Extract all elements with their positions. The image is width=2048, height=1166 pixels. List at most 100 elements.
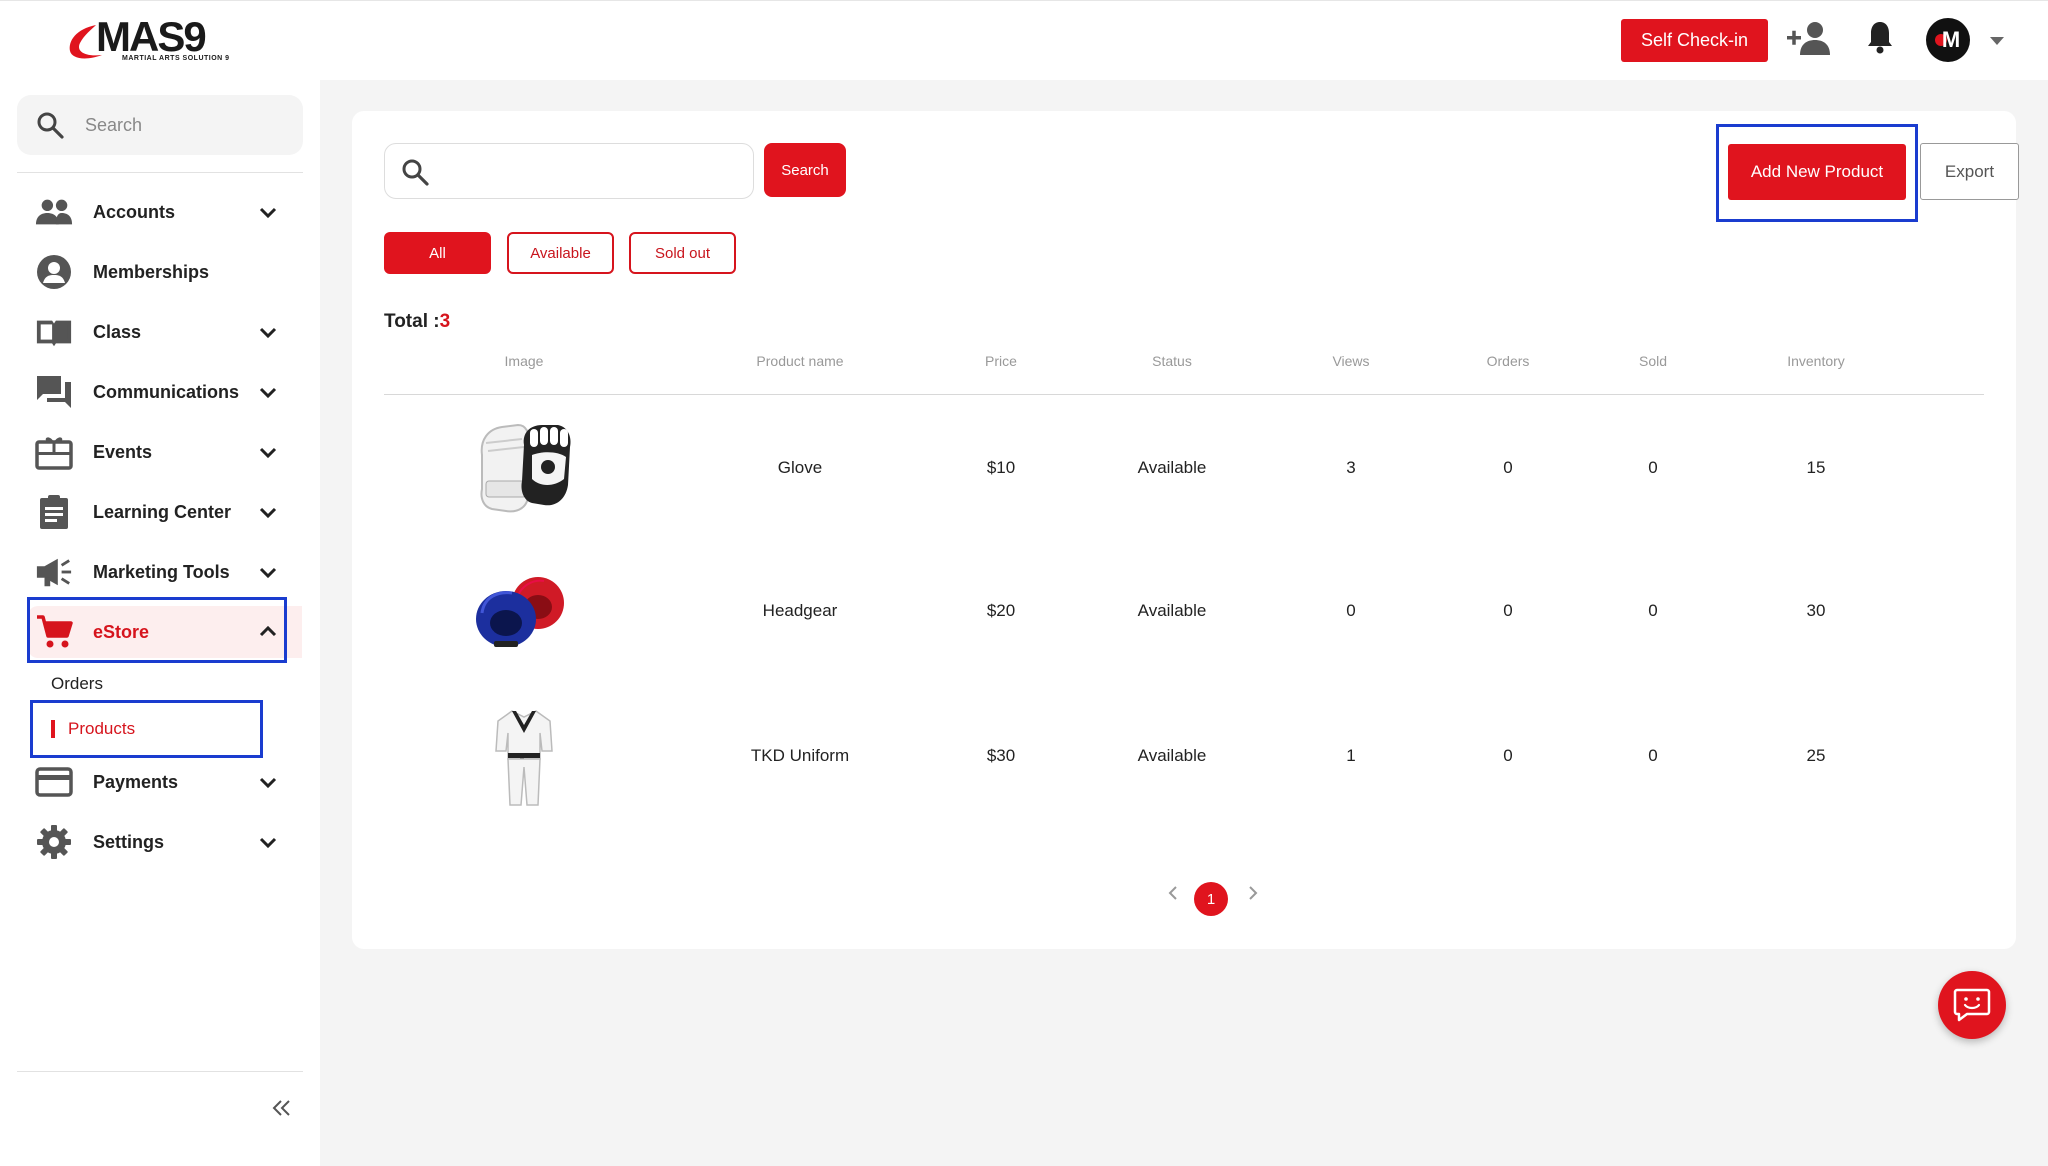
total-value: 3 (439, 311, 451, 332)
product-inventory: 25 (1806, 746, 1826, 765)
chevron-down-icon[interactable] (258, 772, 278, 792)
sidebar-item-settings[interactable]: Settings (26, 816, 302, 868)
column-header-views[interactable]: Views (1332, 353, 1369, 369)
next-page-icon[interactable] (1246, 884, 1260, 902)
sidebar-divider (17, 172, 303, 173)
chevron-down-icon[interactable] (1990, 37, 2004, 45)
estore-highlight-box (27, 597, 287, 663)
products-highlight-box (30, 700, 263, 758)
product-views: 3 (1346, 458, 1356, 477)
sidebar-search[interactable]: Search (17, 95, 303, 155)
filter-available[interactable]: Available (507, 232, 614, 274)
sidebar-item-class[interactable]: Class (26, 306, 302, 358)
product-orders: 0 (1503, 601, 1513, 620)
gear-icon (35, 824, 73, 860)
sidebar-search-placeholder: Search (85, 115, 143, 135)
sidebar-item-learning-center[interactable]: Learning Center (26, 486, 302, 538)
filter-all[interactable]: All (384, 232, 491, 274)
add-new-product-button[interactable]: Add New Product (1728, 144, 1906, 200)
product-sold: 0 (1648, 601, 1658, 620)
logo-text: MAS9 (96, 13, 207, 60)
sidebar-item-label: Payments (93, 771, 179, 792)
column-header-image: Image (504, 353, 544, 369)
export-button[interactable]: Export (1920, 143, 2019, 200)
self-checkin-button[interactable]: Self Check-in (1621, 19, 1768, 62)
glove-image[interactable] (472, 415, 576, 519)
megaphone-icon (35, 554, 73, 590)
bell-icon[interactable] (1866, 19, 1894, 55)
product-views: 0 (1346, 601, 1356, 620)
product-inventory: 30 (1806, 601, 1826, 620)
sidebar-item-label: Class (93, 321, 142, 342)
chevron-down-icon[interactable] (258, 442, 278, 462)
sidebar-item-communications[interactable]: Communications (26, 366, 302, 418)
user-circle-icon (35, 254, 73, 290)
chevron-down-icon[interactable] (258, 562, 278, 582)
product-price: $10 (986, 458, 1016, 477)
headgear-image[interactable] (472, 571, 576, 651)
search-button[interactable]: Search (764, 143, 846, 197)
sidebar: Search Accounts Memberships Class Commun… (0, 80, 320, 1166)
chevron-down-icon[interactable] (258, 322, 278, 342)
page-number-current[interactable]: 1 (1194, 882, 1228, 916)
chevron-down-icon[interactable] (258, 502, 278, 522)
product-price: $20 (986, 601, 1016, 620)
avatar[interactable]: M (1926, 18, 1970, 62)
book-icon (35, 314, 73, 350)
column-header-status[interactable]: Status (1152, 353, 1192, 369)
chat-support-button[interactable] (1938, 971, 2006, 1039)
total-label: Total : (384, 311, 440, 332)
filter-sold-out[interactable]: Sold out (629, 232, 736, 274)
prev-page-icon[interactable] (1166, 884, 1180, 902)
chevron-down-icon[interactable] (258, 832, 278, 852)
card-icon (35, 764, 73, 800)
sidebar-subitem-orders[interactable]: Orders (51, 674, 103, 694)
product-status: Available (1137, 746, 1207, 765)
sidebar-item-accounts[interactable]: Accounts (26, 186, 302, 238)
gift-calendar-icon (35, 434, 73, 470)
collapse-sidebar-icon[interactable] (271, 1098, 293, 1118)
product-orders: 0 (1503, 458, 1513, 477)
product-name[interactable]: Glove (778, 458, 822, 478)
column-header-price[interactable]: Price (985, 353, 1017, 369)
top-header: MAS9 MARTIAL ARTS SOLUTION 9 Self Check-… (0, 0, 2048, 80)
product-status: Available (1137, 458, 1207, 477)
products-card: Search Add New Product Export All Availa… (352, 111, 2019, 949)
sidebar-item-label: Accounts (93, 201, 176, 222)
sidebar-item-label: Communications (93, 381, 240, 402)
sidebar-item-label: Learning Center (93, 501, 232, 522)
product-price: $30 (986, 746, 1016, 765)
sidebar-item-label: Marketing Tools (93, 561, 230, 582)
chat-icon (35, 374, 73, 410)
product-orders: 0 (1503, 746, 1513, 765)
main-content: Search Add New Product Export All Availa… (320, 80, 2048, 1166)
sidebar-item-label: Memberships (93, 261, 210, 282)
mas9-logo[interactable]: MAS9 MARTIAL ARTS SOLUTION 9 (66, 15, 244, 63)
product-name[interactable]: TKD Uniform (751, 746, 849, 766)
table-header-divider (384, 394, 1984, 395)
column-header-inventory[interactable]: Inventory (1787, 353, 1845, 369)
product-inventory: 15 (1806, 458, 1826, 477)
people-icon (35, 194, 73, 230)
product-status: Available (1137, 601, 1207, 620)
column-header-product-name[interactable]: Product name (756, 353, 843, 369)
sidebar-item-events[interactable]: Events (26, 426, 302, 478)
uniform-image[interactable] (494, 707, 554, 807)
search-icon (402, 159, 429, 186)
add-user-icon[interactable] (1785, 19, 1835, 59)
sidebar-item-label: Events (93, 441, 153, 462)
product-name[interactable]: Headgear (763, 601, 838, 621)
sidebar-item-payments[interactable]: Payments (26, 756, 302, 808)
product-search[interactable] (384, 143, 754, 199)
column-header-sold[interactable]: Sold (1639, 353, 1667, 369)
chevron-down-icon[interactable] (258, 382, 278, 402)
product-search-input[interactable] (441, 154, 741, 188)
sidebar-item-memberships[interactable]: Memberships (26, 246, 302, 298)
sidebar-item-label: Settings (93, 831, 165, 852)
chat-smile-icon (1953, 988, 1991, 1022)
column-header-orders[interactable]: Orders (1487, 353, 1530, 369)
sidebar-item-marketing-tools[interactable]: Marketing Tools (26, 546, 302, 598)
logo-subtitle: MARTIAL ARTS SOLUTION 9 (122, 55, 230, 62)
chevron-down-icon[interactable] (258, 202, 278, 222)
product-sold: 0 (1648, 746, 1658, 765)
